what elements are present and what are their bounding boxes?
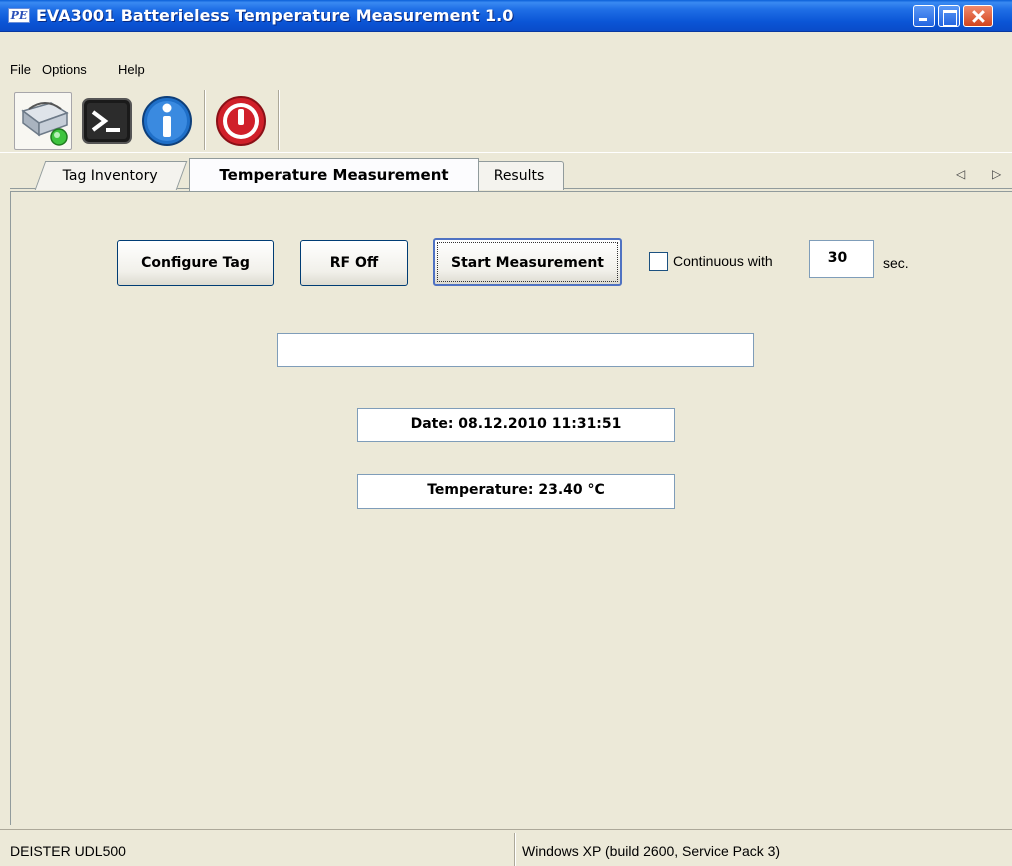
date-readout: Date: 08.12.2010 11:31:51 bbox=[357, 408, 675, 442]
status-bar bbox=[0, 829, 1012, 866]
tab-scroll-right-icon[interactable]: ▷ bbox=[992, 167, 1001, 181]
menu-options[interactable]: Options bbox=[42, 62, 87, 77]
continuous-checkbox[interactable] bbox=[649, 252, 668, 271]
power-off-icon bbox=[216, 96, 266, 146]
os-status: Windows XP (build 2600, Service Pack 3) bbox=[522, 843, 781, 859]
reader-connect-icon bbox=[21, 102, 69, 146]
menu-help[interactable]: Help bbox=[118, 62, 145, 77]
title-bar[interactable]: PE EVA3001 Batterieless Temperature Meas… bbox=[0, 0, 1012, 32]
status-message-field bbox=[277, 333, 754, 367]
menu-bar bbox=[0, 59, 1012, 83]
info-button[interactable] bbox=[138, 92, 196, 150]
configure-tag-button[interactable]: Configure Tag bbox=[117, 240, 274, 286]
console-icon bbox=[82, 98, 132, 144]
temperature-readout: Temperature: 23.40 °C bbox=[357, 474, 675, 509]
interval-unit-label: sec. bbox=[883, 255, 909, 271]
reader-connect-button[interactable] bbox=[14, 92, 72, 150]
tab-tag-inventory[interactable]: Tag Inventory bbox=[34, 161, 188, 190]
window-title: EVA3001 Batterieless Temperature Measure… bbox=[36, 6, 514, 25]
device-status: DEISTER UDL500 bbox=[10, 843, 126, 859]
tab-scroll-left-icon[interactable]: ◁ bbox=[956, 167, 965, 181]
tab-temperature-measurement[interactable]: Temperature Measurement bbox=[189, 158, 479, 191]
app-icon: PE bbox=[8, 8, 30, 23]
toolbar-separator bbox=[204, 90, 206, 150]
toolbar-separator bbox=[278, 90, 280, 150]
maximize-button[interactable] bbox=[938, 5, 960, 27]
continuous-label: Continuous with bbox=[673, 253, 773, 269]
close-button[interactable] bbox=[963, 5, 993, 27]
start-measurement-button[interactable]: Start Measurement bbox=[433, 238, 622, 286]
power-off-button[interactable] bbox=[212, 92, 270, 150]
minimize-button[interactable] bbox=[913, 5, 935, 27]
start-measurement-label: Start Measurement bbox=[437, 242, 618, 282]
menu-file[interactable]: File bbox=[10, 62, 31, 77]
console-button[interactable] bbox=[78, 92, 136, 150]
status-separator bbox=[514, 833, 516, 866]
rf-off-button[interactable]: RF Off bbox=[300, 240, 408, 286]
interval-input[interactable]: 30 bbox=[809, 240, 874, 278]
tab-results[interactable]: Results bbox=[474, 161, 564, 190]
info-icon bbox=[142, 96, 192, 146]
